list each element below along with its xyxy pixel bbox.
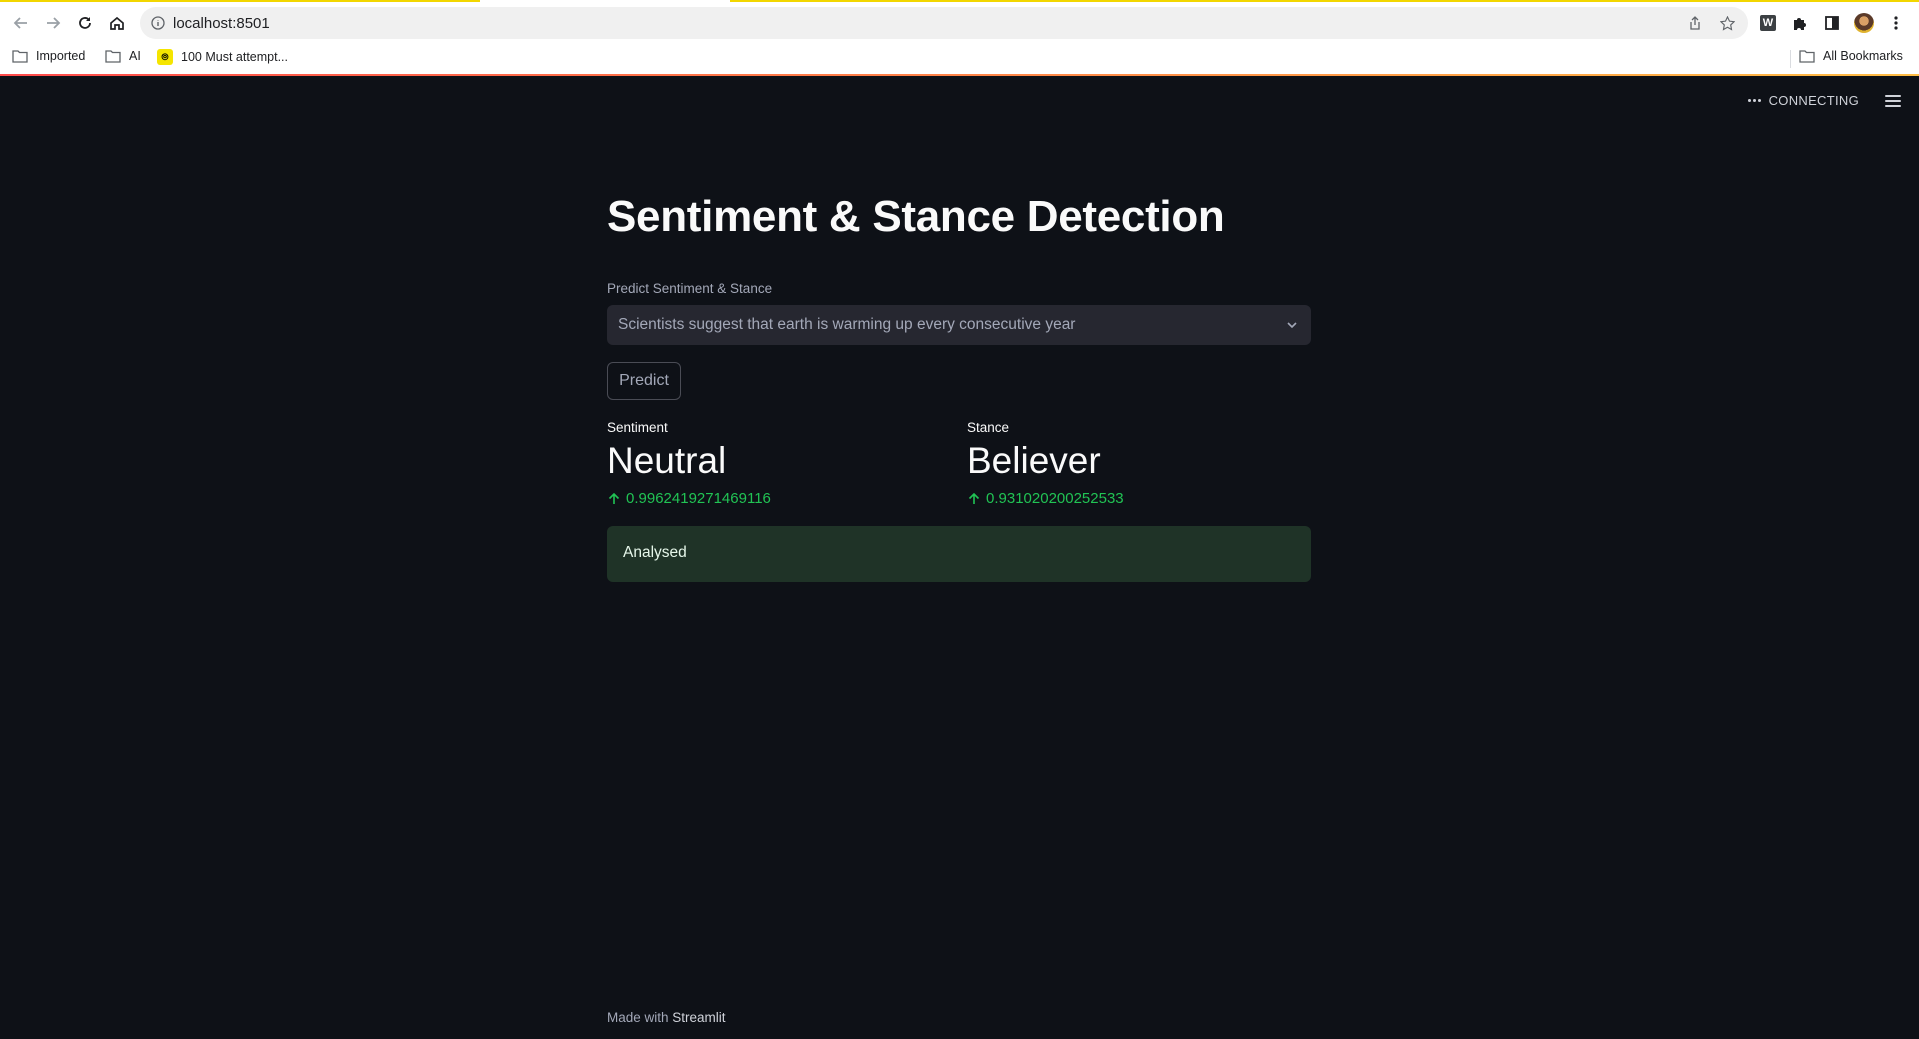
metric-label: Sentiment: [607, 420, 668, 435]
footer-prefix: Made with: [607, 1010, 673, 1025]
arrow-up-icon: [608, 492, 620, 504]
connection-status: CONNECTING: [1747, 93, 1859, 108]
browser-toolbar: localhost:8501 W: [0, 2, 1919, 42]
success-alert: Analysed: [607, 526, 1311, 582]
address-bar[interactable]: localhost:8501: [140, 7, 1748, 39]
stance-metric: Stance Believer 0.931020200252533: [967, 420, 1307, 507]
sidepanel-icon[interactable]: [1821, 12, 1843, 34]
metric-value: Believer: [967, 440, 1101, 481]
folder-icon: [1799, 50, 1815, 63]
footer: Made with Streamlit: [607, 1010, 726, 1025]
metric-delta: 0.9962419271469116: [607, 490, 947, 507]
arrow-up-icon: [968, 492, 980, 504]
browser-chrome: localhost:8501 W Imported AI ⦾ 100 Must …: [0, 0, 1919, 76]
sentence-select[interactable]: Scientists suggest that earth is warming…: [607, 305, 1311, 345]
star-icon[interactable]: [1719, 15, 1736, 36]
home-icon: [110, 16, 124, 30]
sentiment-metric: Sentiment Neutral 0.9962419271469116: [607, 420, 947, 507]
back-arrow-icon: [13, 17, 27, 29]
streamlit-link[interactable]: Streamlit: [672, 1010, 725, 1025]
chevron-down-icon: [1285, 318, 1299, 337]
folder-icon: [12, 50, 28, 63]
metric-value: Neutral: [607, 440, 727, 481]
forward-button[interactable]: [40, 10, 66, 36]
status-text: CONNECTING: [1768, 93, 1859, 108]
app-header: CONNECTING: [0, 76, 1919, 126]
bookmark-divider: [1790, 50, 1791, 68]
kebab-menu-icon[interactable]: [1885, 12, 1907, 34]
page-title: Sentiment & Stance Detection: [607, 192, 1225, 241]
home-button[interactable]: [104, 10, 130, 36]
share-icon[interactable]: [1688, 16, 1702, 35]
metric-label: Stance: [967, 420, 1010, 435]
w-extension-icon[interactable]: W: [1757, 12, 1779, 34]
site-info-icon[interactable]: [151, 16, 165, 35]
bookmark-100-must-attempt[interactable]: ⦾ 100 Must attempt...: [157, 49, 288, 65]
profile-avatar[interactable]: [1853, 12, 1875, 34]
url-text[interactable]: localhost:8501: [173, 15, 270, 32]
bookmark-ai[interactable]: AI: [105, 49, 141, 63]
back-button[interactable]: [8, 10, 34, 36]
forward-arrow-icon: [47, 17, 61, 29]
predict-button[interactable]: Predict: [607, 362, 681, 400]
favicon: ⦾: [157, 49, 173, 65]
reload-button[interactable]: [72, 10, 98, 36]
ellipsis-icon: [1747, 99, 1761, 102]
bookmarks-bar: Imported AI ⦾ 100 Must attempt... All Bo…: [0, 44, 1919, 72]
select-label: Predict Sentiment & Stance: [607, 281, 773, 296]
metric-delta: 0.931020200252533: [967, 490, 1307, 507]
select-value: Scientists suggest that earth is warming…: [618, 316, 1076, 333]
puzzle-icon[interactable]: [1789, 12, 1811, 34]
reload-icon: [79, 17, 91, 29]
all-bookmarks[interactable]: All Bookmarks: [1799, 49, 1903, 63]
alert-text: Analysed: [623, 544, 687, 561]
folder-icon: [105, 50, 121, 63]
bookmark-imported[interactable]: Imported: [12, 49, 85, 63]
hamburger-menu-icon[interactable]: [1883, 92, 1903, 110]
